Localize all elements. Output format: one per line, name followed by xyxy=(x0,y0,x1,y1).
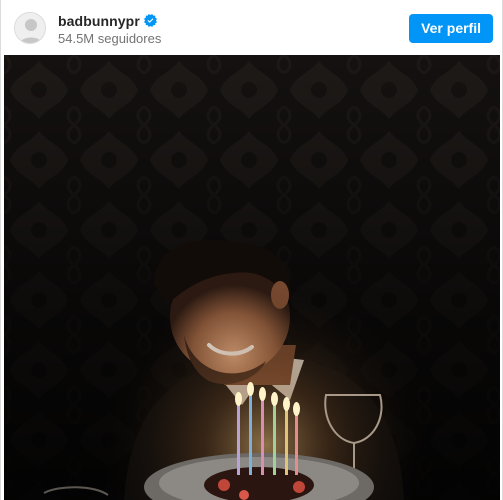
post-header: badbunnypr 54.5M seguidores Ver perfil xyxy=(1,0,502,55)
view-profile-button[interactable]: Ver perfil xyxy=(409,14,493,43)
username-link[interactable]: badbunnypr xyxy=(58,13,140,29)
default-avatar-icon xyxy=(15,13,45,43)
verified-badge-icon xyxy=(143,14,157,27)
embedded-post-card: badbunnypr 54.5M seguidores Ver perfil xyxy=(0,0,503,500)
post-photo[interactable] xyxy=(4,55,500,500)
username-row: badbunnypr xyxy=(58,12,161,29)
followers-count: 54.5M seguidores xyxy=(58,31,162,46)
user-info: badbunnypr 54.5M seguidores xyxy=(58,12,162,47)
photo-image xyxy=(4,55,500,500)
avatar[interactable] xyxy=(14,12,46,44)
